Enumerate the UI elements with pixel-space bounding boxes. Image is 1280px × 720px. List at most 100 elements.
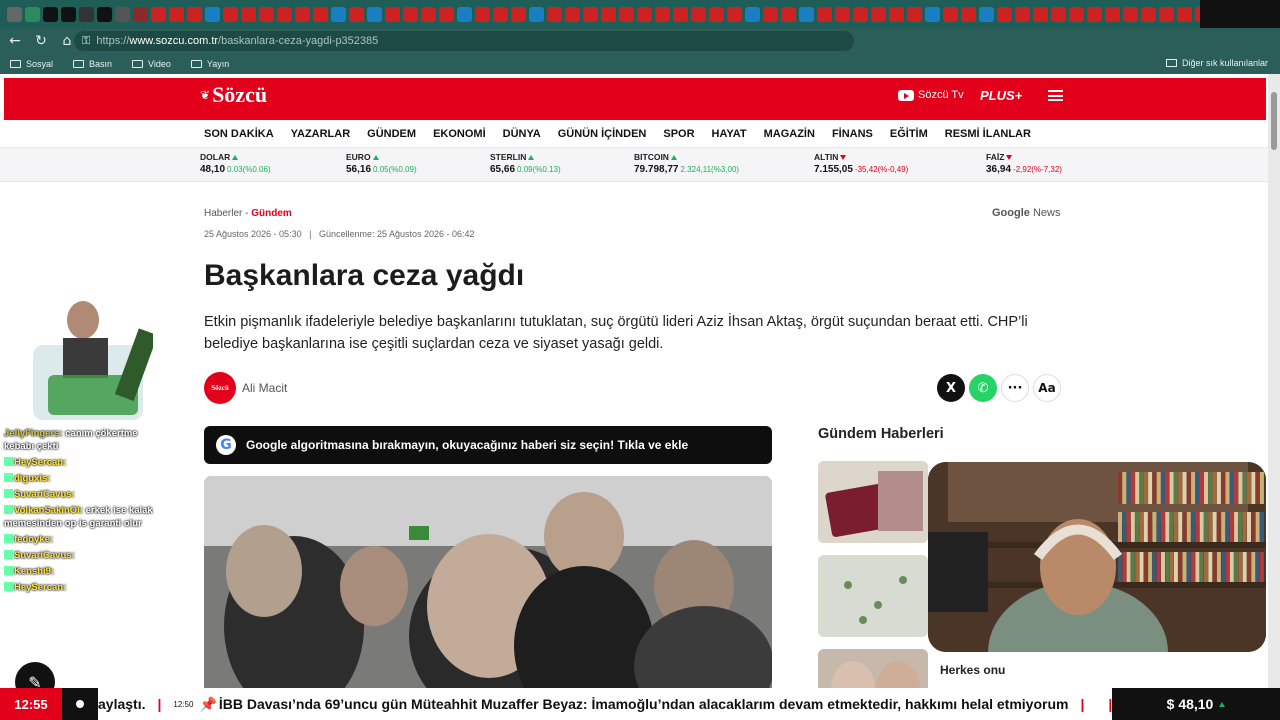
market-item[interactable]: EURO 56,16 0.05(%0.09) — [346, 152, 417, 175]
browser-tab-favicon-icon[interactable] — [1141, 6, 1156, 22]
browser-tab-favicon-icon[interactable] — [817, 6, 832, 22]
browser-tab-favicon-icon[interactable] — [547, 6, 562, 22]
browser-tab-favicon-icon[interactable] — [1069, 6, 1084, 22]
browser-tab-favicon-icon[interactable] — [61, 6, 76, 22]
browser-tab-favicon-icon[interactable] — [7, 6, 22, 22]
browser-tab-favicon-icon[interactable] — [673, 6, 688, 22]
nav-item[interactable]: EĞİTİM — [890, 128, 928, 140]
browser-tab-favicon-icon[interactable] — [79, 6, 94, 22]
browser-tab-favicon-icon[interactable] — [565, 6, 580, 22]
browser-tab-favicon-icon[interactable] — [511, 6, 526, 22]
market-item[interactable]: FAİZ 36,94 -2,92(%-7,32) — [986, 152, 1062, 175]
google-news-link[interactable]: Google News — [992, 207, 1060, 219]
browser-tab-favicon-icon[interactable] — [1033, 6, 1048, 22]
browser-tab-favicon-icon[interactable] — [1015, 6, 1030, 22]
nav-item[interactable]: HAYAT — [712, 128, 747, 140]
sidebar-news-thumb[interactable] — [818, 461, 928, 543]
browser-tab-favicon-icon[interactable] — [169, 6, 184, 22]
plus-link[interactable]: PLUS+ — [980, 88, 1022, 103]
browser-tab-favicon-icon[interactable] — [259, 6, 274, 22]
browser-tab-favicon-icon[interactable] — [25, 6, 40, 22]
browser-tab-favicon-icon[interactable] — [349, 6, 364, 22]
browser-tab-favicon-icon[interactable] — [97, 6, 112, 22]
bookmark-folder[interactable]: Video — [132, 59, 171, 69]
scrollbar-thumb[interactable] — [1271, 92, 1277, 150]
browser-tab-favicon-icon[interactable] — [241, 6, 256, 22]
sidebar-news-caption[interactable]: Herkes onu — [940, 663, 1005, 677]
nav-item[interactable]: SON DAKİKA — [204, 128, 274, 140]
browser-tab-favicon-icon[interactable] — [1123, 6, 1138, 22]
news-ticker[interactable]: aylaştı. | 12:50 📌 İBB Davası’nda 69’unc… — [98, 688, 1112, 720]
nav-item[interactable]: RESMİ İLANLAR — [945, 128, 1031, 140]
browser-tab-favicon-icon[interactable] — [313, 6, 328, 22]
browser-tab-favicon-icon[interactable] — [385, 6, 400, 22]
browser-tab-favicon-icon[interactable] — [619, 6, 634, 22]
nav-item[interactable]: MAGAZİN — [764, 128, 815, 140]
menu-icon[interactable] — [1048, 90, 1063, 101]
browser-tab-favicon-icon[interactable] — [331, 6, 346, 22]
browser-tab-favicon-icon[interactable] — [475, 6, 490, 22]
browser-tab-favicon-icon[interactable] — [1051, 6, 1066, 22]
browser-tab-favicon-icon[interactable] — [1159, 6, 1174, 22]
market-item[interactable]: BITCOIN 79.798,77 2.324,11(%3,00) — [634, 152, 739, 175]
browser-tab-favicon-icon[interactable] — [835, 6, 850, 22]
address-bar[interactable]: ⚿ https://www.sozcu.com.tr/baskanlara-ce… — [74, 31, 854, 51]
browser-tab-favicon-icon[interactable] — [907, 6, 922, 22]
browser-tab-favicon-icon[interactable] — [781, 6, 796, 22]
back-icon[interactable]: ← — [4, 30, 26, 52]
browser-tab-favicon-icon[interactable] — [115, 6, 130, 22]
browser-tab-favicon-icon[interactable] — [151, 6, 166, 22]
page-scrollbar[interactable] — [1268, 74, 1280, 688]
browser-tab-favicon-icon[interactable] — [223, 6, 238, 22]
browser-tab-favicon-icon[interactable] — [583, 6, 598, 22]
browser-tab-favicon-icon[interactable] — [691, 6, 706, 22]
browser-tab-favicon-icon[interactable] — [367, 6, 382, 22]
breadcrumb-category[interactable]: Gündem — [251, 208, 292, 219]
browser-tab-favicon-icon[interactable] — [421, 6, 436, 22]
browser-tab-favicon-icon[interactable] — [439, 6, 454, 22]
browser-tab-favicon-icon[interactable] — [601, 6, 616, 22]
sozcu-tv-link[interactable]: Sözcü Tv — [898, 89, 964, 101]
browser-tab-favicon-icon[interactable] — [1105, 6, 1120, 22]
browser-tab-favicon-icon[interactable] — [493, 6, 508, 22]
whatsapp-share-icon[interactable]: ✆ — [969, 374, 997, 402]
browser-tab-favicon-icon[interactable] — [799, 6, 814, 22]
more-share-button[interactable]: ··· — [1001, 374, 1029, 402]
browser-tab-favicon-icon[interactable] — [961, 6, 976, 22]
browser-tab-favicon-icon[interactable] — [871, 6, 886, 22]
site-logo[interactable]: ❦ Sözcü — [200, 82, 267, 108]
browser-tab-favicon-icon[interactable] — [979, 6, 994, 22]
other-bookmarks[interactable]: Diğer sık kullanılanlar — [1165, 58, 1268, 68]
google-preferred-source-banner[interactable]: G Google algoritmasına bırakmayın, okuya… — [204, 426, 772, 464]
browser-tab-favicon-icon[interactable] — [187, 6, 202, 22]
browser-tab-favicon-icon[interactable] — [637, 6, 652, 22]
nav-item[interactable]: FİNANS — [832, 128, 873, 140]
browser-tab-favicon-icon[interactable] — [1087, 6, 1102, 22]
browser-tab-favicon-icon[interactable] — [403, 6, 418, 22]
browser-tab-favicon-icon[interactable] — [529, 6, 544, 22]
market-item[interactable]: DOLAR 48,10 0.03(%0.06) — [200, 152, 271, 175]
bookmark-folder[interactable]: Yayın — [190, 59, 229, 69]
market-item[interactable]: ALTIN 7.155,05 -35,42(%-0,49) — [814, 152, 908, 175]
nav-item[interactable]: YAZARLAR — [291, 128, 351, 140]
browser-tab-favicon-icon[interactable] — [709, 6, 724, 22]
browser-tab-favicon-icon[interactable] — [853, 6, 868, 22]
browser-tab-favicon-icon[interactable] — [133, 6, 148, 22]
browser-tab-favicon-icon[interactable] — [277, 6, 292, 22]
browser-tab-favicon-icon[interactable] — [889, 6, 904, 22]
x-share-icon[interactable]: X — [937, 374, 965, 402]
reload-icon[interactable]: ↻ — [30, 30, 52, 52]
browser-tab-favicon-icon[interactable] — [925, 6, 940, 22]
breadcrumb-home[interactable]: Haberler - — [204, 208, 248, 219]
browser-tab-favicon-icon[interactable] — [763, 6, 778, 22]
author-block[interactable]: Sözcü Ali Macit — [204, 372, 287, 404]
nav-item[interactable]: DÜNYA — [503, 128, 541, 140]
browser-tab-favicon-icon[interactable] — [295, 6, 310, 22]
nav-item[interactable]: GÜNDEM — [367, 128, 416, 140]
browser-tab-favicon-icon[interactable] — [997, 6, 1012, 22]
font-size-button[interactable]: Aa — [1033, 374, 1061, 402]
nav-item[interactable]: EKONOMİ — [433, 128, 486, 140]
sidebar-news-thumb[interactable] — [818, 555, 928, 637]
browser-tab-favicon-icon[interactable] — [727, 6, 742, 22]
nav-item[interactable]: SPOR — [663, 128, 694, 140]
